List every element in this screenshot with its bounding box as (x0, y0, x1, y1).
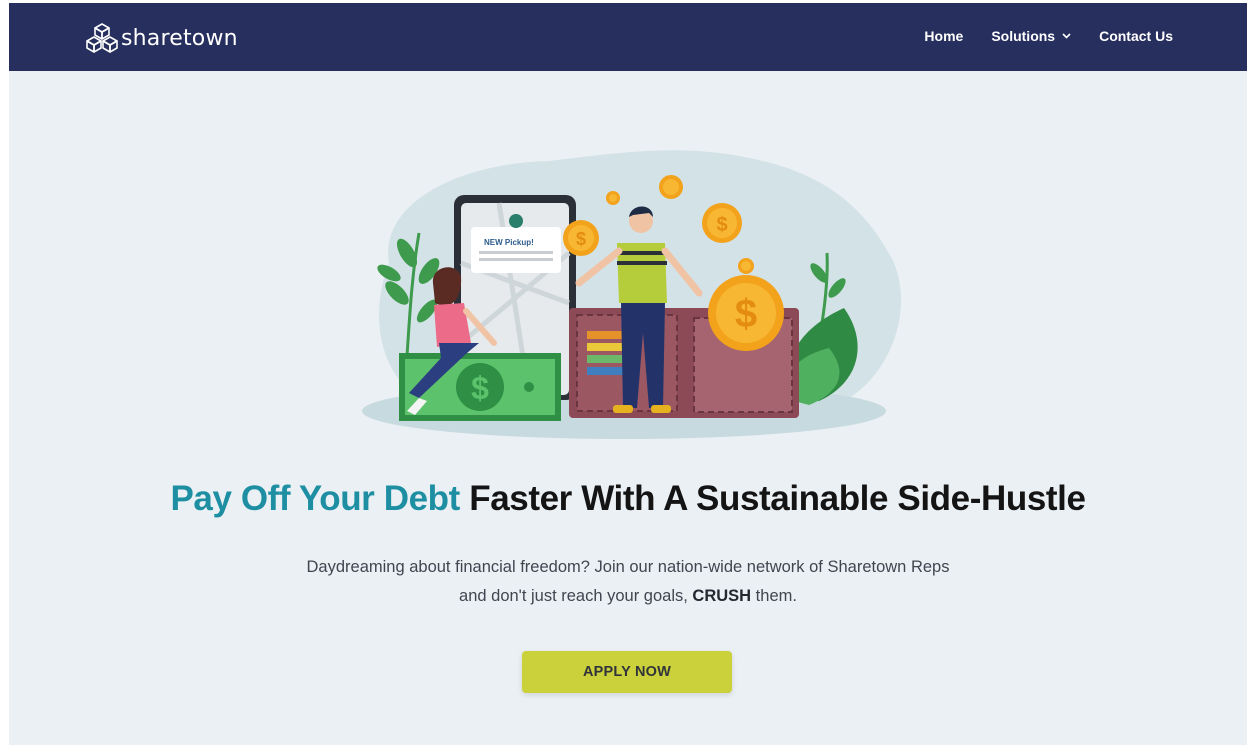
subtitle-line-1: Daydreaming about financial freedom? Joi… (306, 558, 950, 576)
subtitle-line-2-end: them. (751, 587, 797, 605)
nav-home-label: Home (924, 28, 964, 44)
top-navbar: sharetown Home Solutions Contact Us (9, 3, 1247, 71)
apply-now-button[interactable]: APPLY NOW (522, 651, 732, 693)
nav-contact-label: Contact Us (1099, 28, 1173, 44)
hero-illustration: NEW Pickup! $ $ $ $ (362, 150, 902, 439)
headline-accent: Pay Off Your Debt (170, 479, 460, 518)
map-pin-icon (509, 214, 523, 228)
nav-solutions-dropdown[interactable]: Solutions (991, 28, 1071, 44)
nav-home[interactable]: Home (924, 28, 963, 44)
subtitle-line-2: and don't just reach your goals, CRUSH t… (9, 582, 1247, 611)
svg-text:$: $ (576, 229, 586, 249)
chevron-down-icon (1062, 33, 1071, 39)
hero-headline: Pay Off Your Debt Faster With A Sustaina… (9, 479, 1247, 519)
subtitle-line-2-start: and don't just reach your goals, (459, 587, 693, 605)
pickup-card-label: NEW Pickup! (484, 238, 534, 247)
main-nav: Home Solutions Contact Us (896, 28, 1173, 44)
brand-name: sharetown (121, 25, 238, 51)
large-coin-icon: $ (708, 275, 784, 351)
subtitle-emphasis: CRUSH (692, 587, 752, 605)
nav-contact-us[interactable]: Contact Us (1099, 28, 1173, 44)
svg-text:$: $ (471, 370, 489, 406)
headline-rest: Faster With A Sustainable Side-Hustle (459, 479, 1086, 518)
box-stack-logo-icon (86, 23, 118, 53)
hero-subtitle: Daydreaming about financial freedom? Joi… (9, 553, 1247, 611)
nav-solutions-label: Solutions (991, 28, 1056, 44)
svg-text:$: $ (735, 292, 757, 336)
page-frame: sharetown Home Solutions Contact Us NEW … (9, 3, 1247, 745)
brand-logo[interactable]: sharetown (85, 21, 238, 55)
svg-text:$: $ (716, 214, 727, 236)
